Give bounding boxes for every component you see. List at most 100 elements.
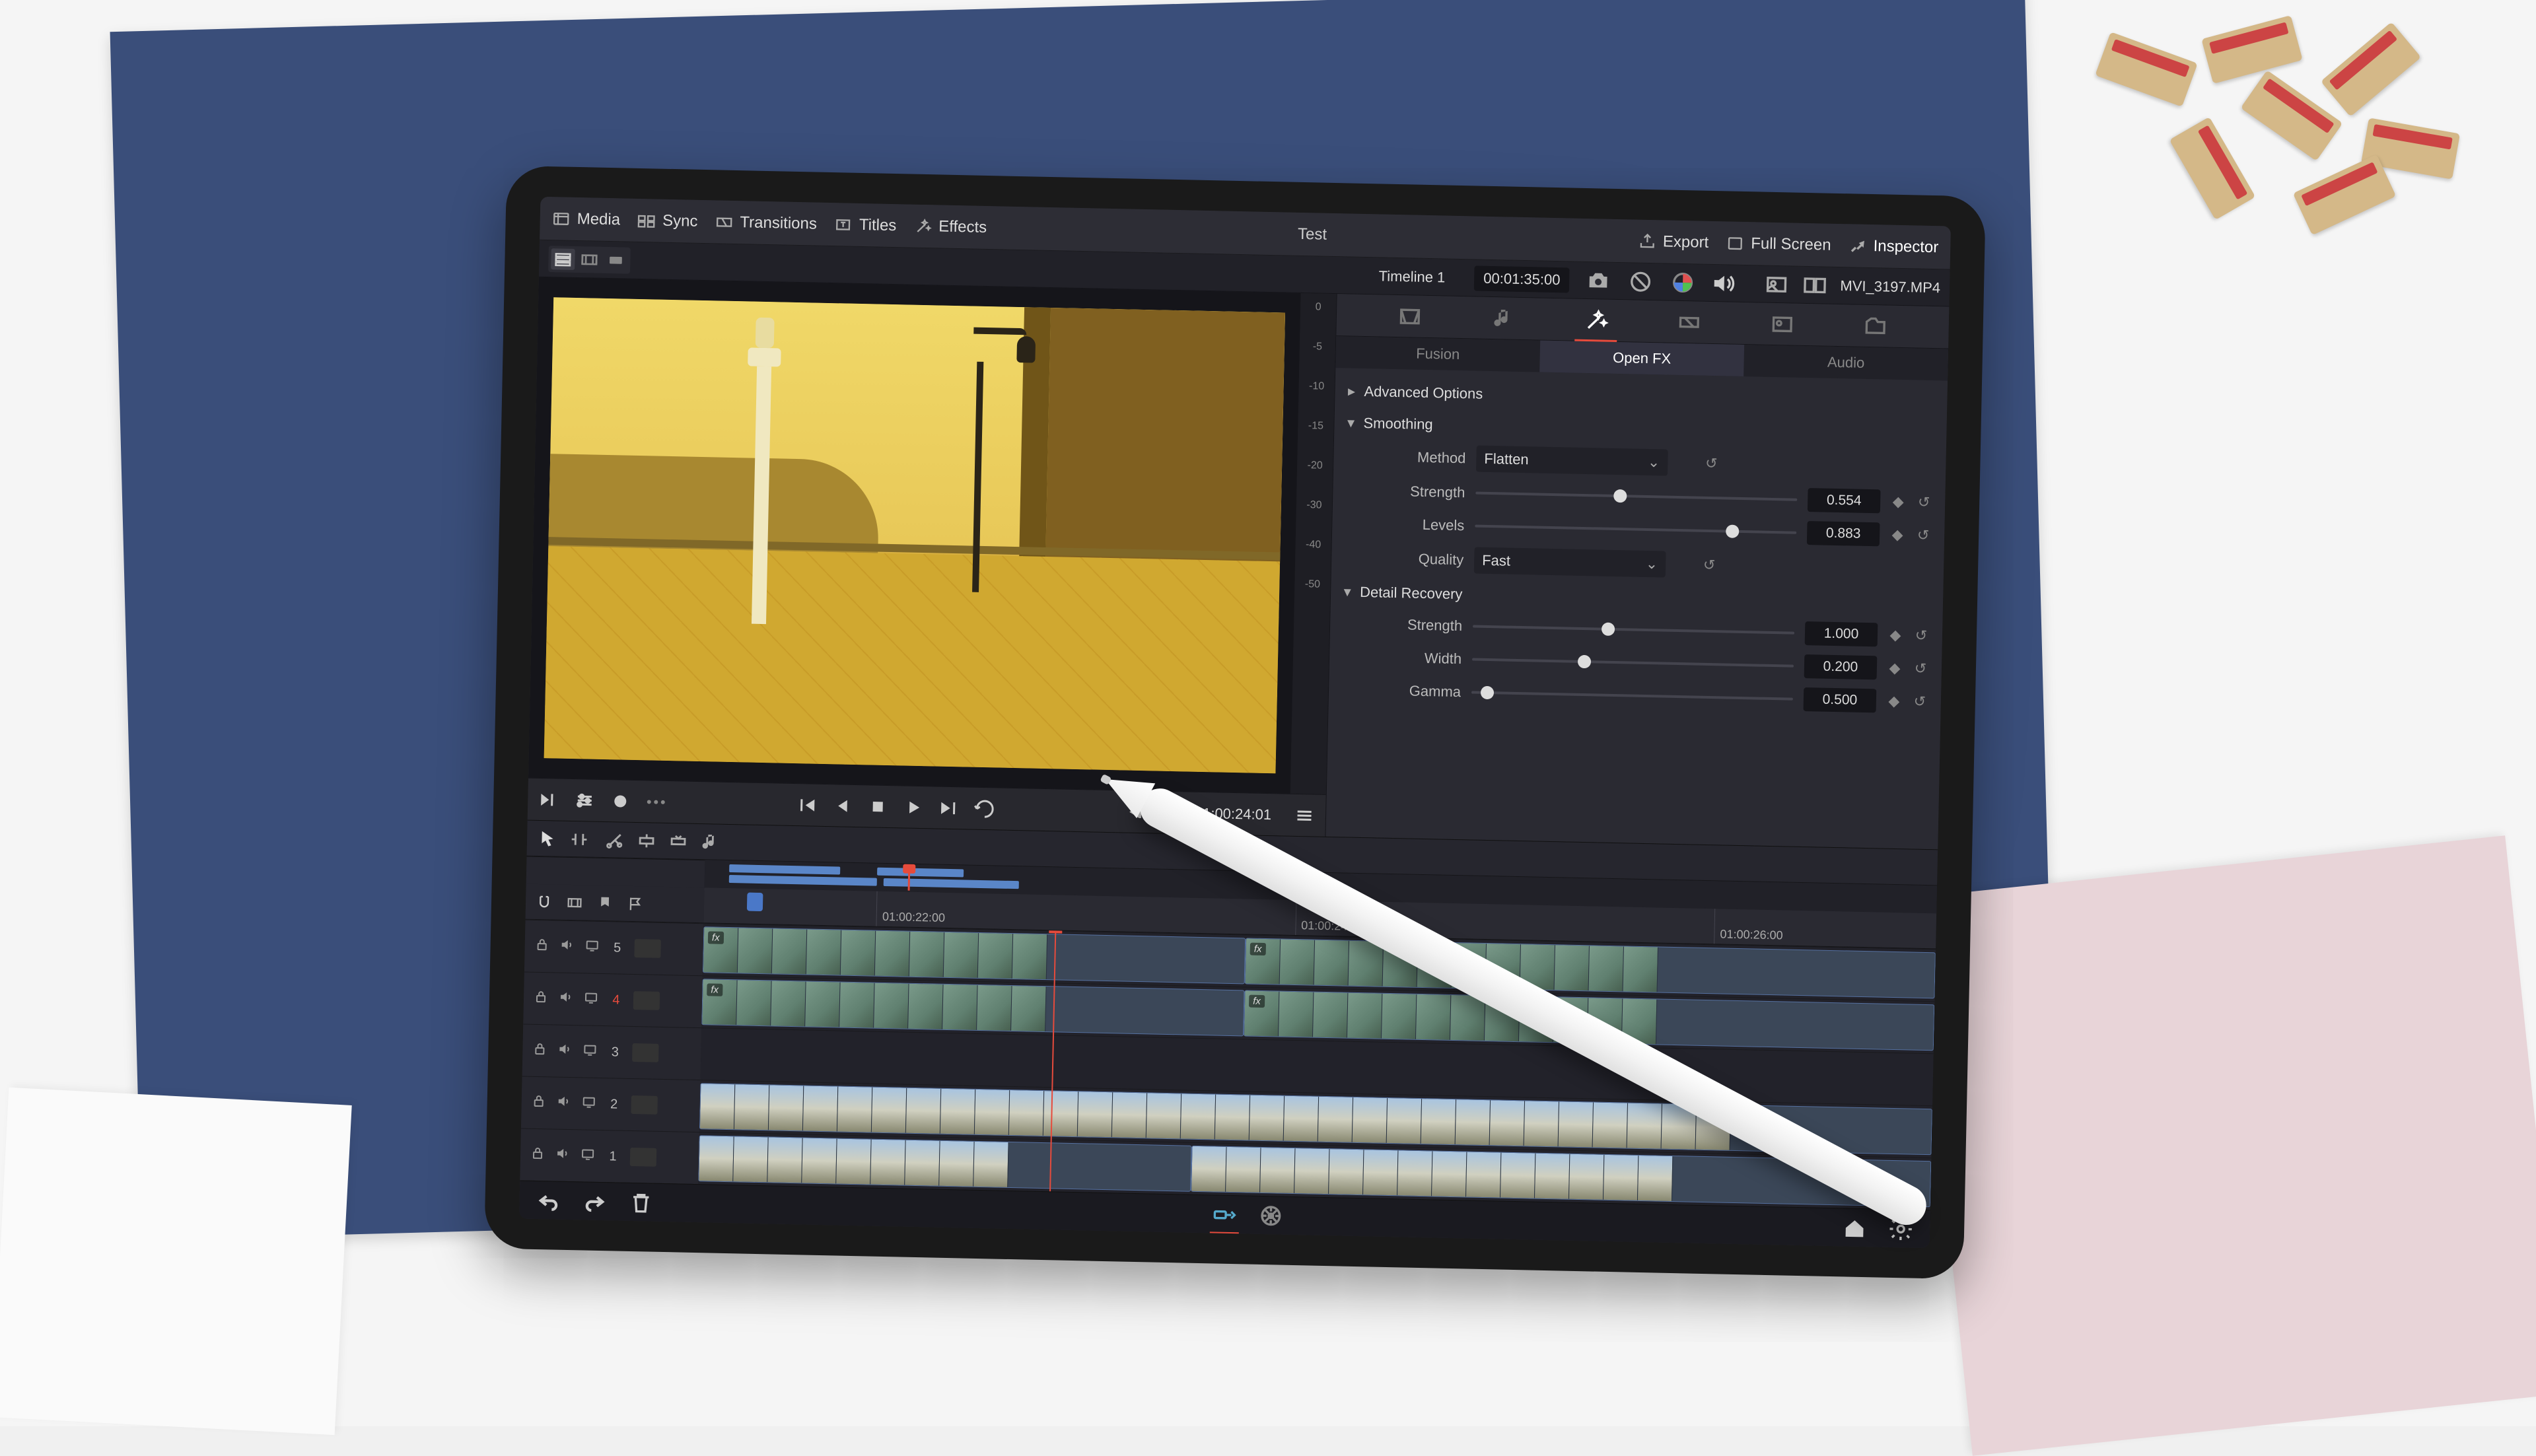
timeline-marker[interactable] (747, 893, 763, 911)
flag-tool-icon[interactable] (626, 894, 645, 913)
monitor-icon[interactable] (584, 937, 600, 957)
clip-view-b-icon[interactable] (1802, 271, 1829, 298)
media-button[interactable]: Media (551, 209, 620, 229)
overwrite-tool-icon[interactable] (667, 830, 690, 853)
track-header-3[interactable]: 3 (522, 1024, 702, 1080)
undo-button[interactable] (532, 1187, 565, 1214)
titles-button[interactable]: Titles (834, 215, 897, 235)
lock-icon[interactable] (532, 1041, 548, 1060)
view-film-icon[interactable] (577, 249, 602, 271)
speaker-icon[interactable] (1710, 269, 1737, 296)
timeline-clip[interactable] (698, 1135, 1192, 1192)
reset-icon[interactable]: ↺ (1701, 557, 1718, 574)
mute-icon[interactable] (555, 1146, 571, 1165)
record-icon[interactable] (608, 789, 633, 814)
tools-icon[interactable] (537, 787, 561, 812)
keyframe-icon[interactable]: ◆ (1888, 627, 1903, 644)
track-lanes[interactable]: fxfxfxfx (698, 923, 1936, 1210)
detail-gamma-value[interactable]: 0.500 (1804, 687, 1877, 712)
sub-tab-fusion[interactable]: Fusion (1335, 336, 1540, 372)
quality-dropdown[interactable]: Fast ⌄ (1474, 547, 1666, 578)
mute-icon[interactable] (559, 937, 575, 957)
monitor-icon[interactable] (580, 1146, 596, 1165)
track-header-2[interactable]: 2 (521, 1076, 701, 1132)
blade-tool-icon[interactable] (604, 829, 627, 852)
music-tool-icon[interactable] (699, 831, 722, 854)
minimap-playhead[interactable] (907, 866, 910, 891)
export-button[interactable]: Export (1638, 232, 1709, 252)
levels-value[interactable]: 0.883 (1807, 521, 1880, 546)
track-dest[interactable] (632, 1043, 659, 1062)
detail-width-slider[interactable] (1472, 650, 1794, 676)
link-icon[interactable] (565, 893, 584, 912)
lock-icon[interactable] (534, 936, 550, 956)
track-dest[interactable] (630, 1148, 657, 1167)
bypass-grades-icon[interactable] (1627, 268, 1654, 295)
strength-slider[interactable] (1475, 484, 1797, 509)
keyframe-icon[interactable]: ◆ (1891, 493, 1906, 510)
monitor-icon[interactable] (581, 1093, 597, 1113)
lock-icon[interactable] (530, 1145, 546, 1165)
stop-button[interactable] (866, 794, 890, 819)
prev-frame-button[interactable] (830, 794, 855, 818)
levels-slider[interactable] (1475, 517, 1796, 542)
reset-icon[interactable]: ↺ (1916, 494, 1932, 511)
sub-tab-open-fx[interactable]: Open FX (1539, 341, 1744, 376)
reset-icon[interactable]: ↺ (1913, 660, 1929, 677)
keyframe-icon[interactable]: ◆ (1887, 693, 1902, 710)
reset-icon[interactable]: ↺ (1913, 627, 1930, 644)
track-header-5[interactable]: 5 (524, 920, 704, 976)
sync-button[interactable]: Sync (637, 211, 698, 230)
options-icon[interactable] (644, 790, 668, 814)
monitor-icon[interactable] (582, 1041, 598, 1061)
strength-value[interactable]: 0.554 (1808, 488, 1881, 513)
reset-icon[interactable]: ↺ (1915, 527, 1932, 544)
detail-width-value[interactable]: 0.200 (1804, 654, 1878, 679)
transitions-button[interactable]: Transitions (715, 213, 817, 233)
loop-button[interactable] (973, 796, 997, 821)
adjust-icon[interactable] (573, 788, 597, 813)
reset-icon[interactable]: ↺ (1912, 693, 1928, 710)
audio-tab-icon[interactable] (1484, 304, 1522, 331)
timeline-name[interactable]: Timeline 1 (1378, 267, 1445, 286)
cut-page-button[interactable] (1209, 1201, 1241, 1228)
timeline-clip[interactable]: fx (701, 979, 1244, 1036)
detail-gamma-slider[interactable] (1471, 683, 1793, 708)
file-tab-icon[interactable] (1857, 312, 1895, 339)
view-list-icon[interactable] (551, 248, 575, 270)
track-dest[interactable] (631, 1095, 658, 1115)
fullscreen-button[interactable]: Full Screen (1726, 234, 1831, 254)
effects-tab-icon[interactable] (1577, 306, 1615, 333)
color-page-button[interactable] (1255, 1202, 1287, 1229)
viewer[interactable] (528, 277, 1301, 794)
track-dest[interactable] (633, 991, 660, 1010)
arrow-tool-icon[interactable] (536, 827, 559, 850)
reset-icon[interactable]: ↺ (1703, 455, 1720, 472)
transition-tab-icon[interactable] (1670, 308, 1708, 335)
color-wheel-icon[interactable] (1670, 269, 1697, 296)
delete-button[interactable] (625, 1189, 657, 1216)
timeline-clip[interactable]: fx (703, 926, 1246, 984)
redo-button[interactable] (579, 1188, 611, 1215)
camera-lock-icon[interactable] (1585, 267, 1612, 294)
home-button[interactable] (1839, 1214, 1871, 1241)
image-tab-icon[interactable] (1764, 310, 1802, 337)
view-mode-segment[interactable] (548, 246, 631, 274)
track-header-1[interactable]: 1 (520, 1128, 699, 1184)
first-frame-button[interactable] (794, 793, 819, 817)
clip-view-a-icon[interactable] (1763, 271, 1790, 298)
detail-strength-slider[interactable] (1473, 617, 1794, 642)
lock-icon[interactable] (530, 1093, 547, 1113)
hamburger-icon[interactable] (1292, 803, 1317, 827)
effects-button[interactable]: Effects (913, 217, 987, 236)
marker-tool-icon[interactable] (596, 893, 615, 913)
insert-tool-icon[interactable] (635, 829, 658, 852)
monitor-icon[interactable] (583, 989, 600, 1009)
track-header-4[interactable]: 4 (523, 972, 703, 1028)
view-thumb-icon[interactable] (604, 249, 628, 271)
mute-icon[interactable] (555, 1093, 572, 1113)
trim-tool-icon[interactable] (568, 827, 591, 850)
inspector-button[interactable]: Inspector (1848, 236, 1938, 257)
lock-icon[interactable] (533, 988, 549, 1008)
keyframe-icon[interactable]: ◆ (1890, 526, 1905, 543)
